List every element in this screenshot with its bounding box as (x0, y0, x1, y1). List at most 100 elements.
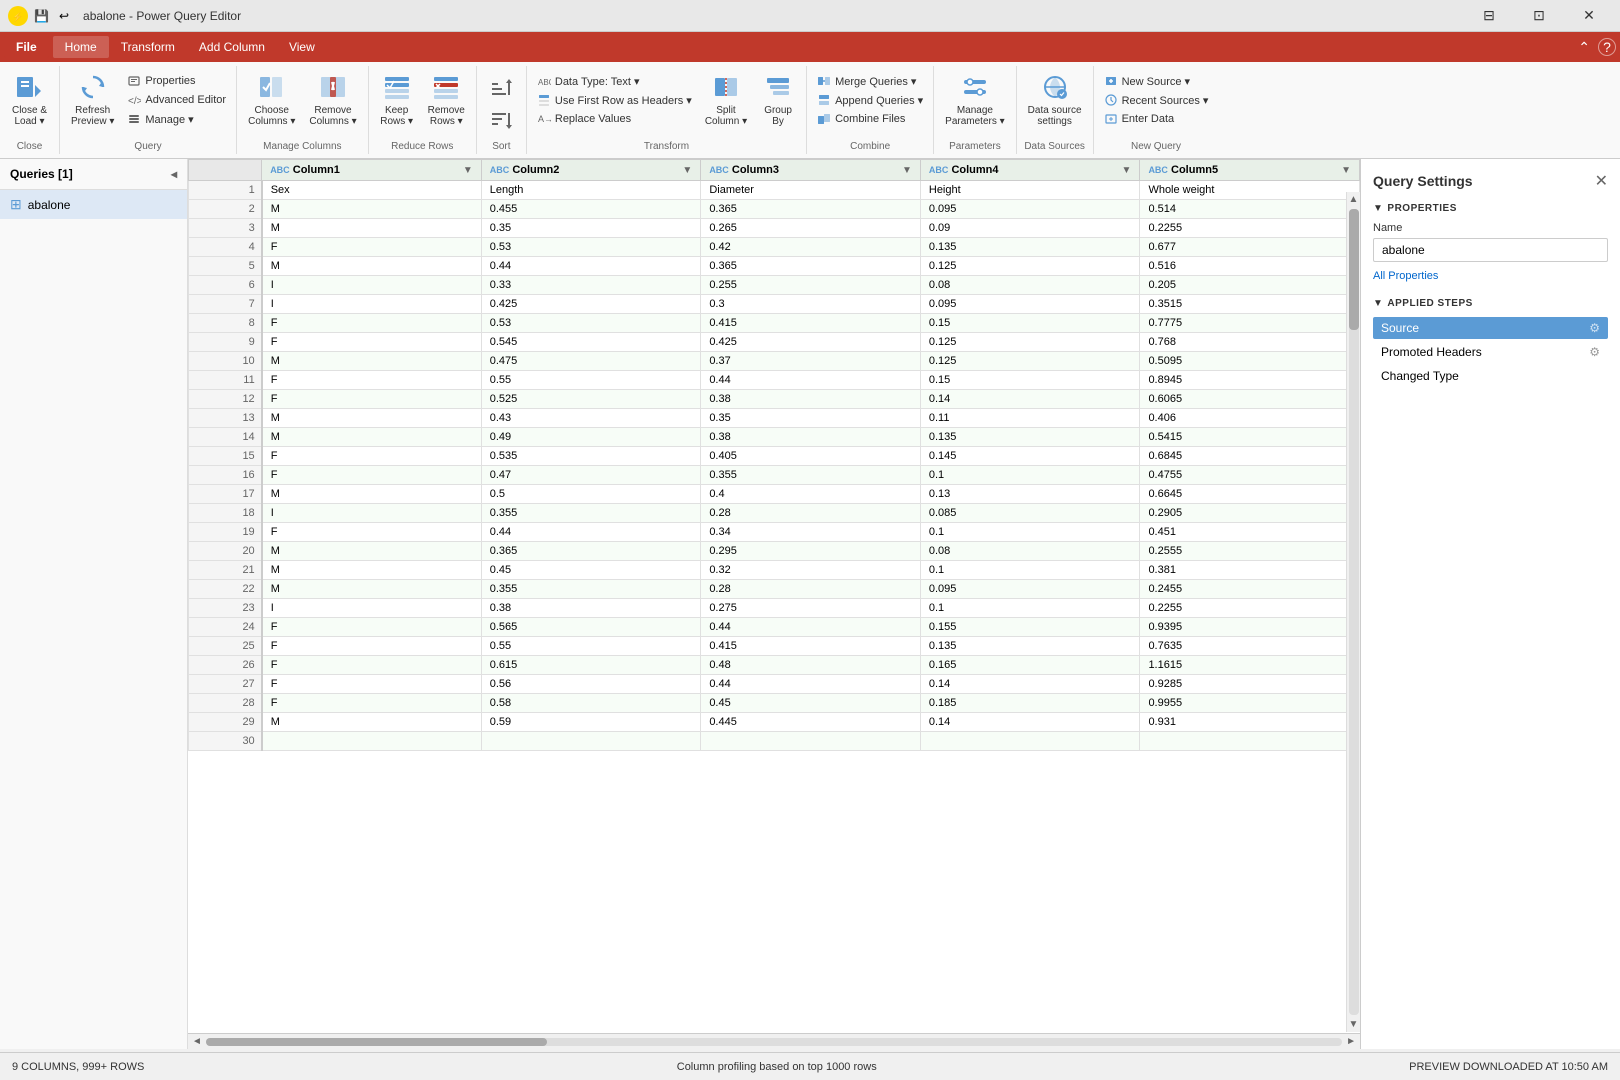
choose-columns-button[interactable]: ChooseColumns ▾ (243, 68, 300, 130)
manage-parameters-button[interactable]: ManageParameters ▾ (940, 68, 1009, 130)
menu-home[interactable]: Home (53, 36, 109, 58)
step-promoted-headers-gear-icon[interactable]: ⚙ (1589, 345, 1600, 359)
sort-asc-button[interactable] (483, 72, 519, 102)
advanced-editor-button[interactable]: </> Advanced Editor (123, 91, 230, 109)
new-source-button[interactable]: New Source ▾ (1100, 72, 1213, 90)
applied-steps-collapse-icon[interactable]: ▼ (1373, 298, 1383, 309)
new-source-icon (1104, 74, 1118, 88)
col1-filter-icon[interactable]: ▼ (463, 165, 473, 176)
keep-rows-button[interactable]: KeepRows ▾ (375, 68, 419, 130)
col-header-4[interactable]: ABC Column4 ▼ (920, 160, 1140, 181)
table-cell: 0.59 (481, 713, 701, 732)
table-cell (481, 732, 701, 751)
table-cell: 0.55 (481, 371, 701, 390)
help-btn[interactable]: ? (1598, 38, 1616, 56)
enter-data-button[interactable]: Enter Data (1100, 110, 1213, 128)
quick-access-save[interactable]: 💾 (34, 9, 49, 23)
replace-values-button[interactable]: A→B Replace Values (533, 110, 696, 128)
step-source[interactable]: Source ⚙ (1373, 317, 1608, 339)
table-cell: 0.135 (920, 637, 1140, 656)
vertical-scrollbar[interactable]: ▲ ▼ (1346, 192, 1360, 1032)
append-queries-button[interactable]: Append Queries ▾ (813, 91, 927, 109)
data-source-settings-button[interactable]: Data sourcesettings (1023, 68, 1087, 130)
append-icon (817, 93, 831, 107)
query-settings-close-btn[interactable]: ✕ (1595, 171, 1608, 191)
col-header-1[interactable]: ABC Column1 ▼ (262, 160, 482, 181)
menu-transform[interactable]: Transform (109, 36, 187, 58)
col-header-5[interactable]: ABC Column5 ▼ (1140, 160, 1360, 181)
table-row: 1 Sex Length Diameter Height Whole weigh… (189, 181, 1360, 200)
menu-file[interactable]: File (4, 36, 49, 58)
status-columns-rows: 9 COLUMNS, 999+ ROWS (12, 1061, 144, 1073)
data-type-button[interactable]: ABC Data Type: Text ▾ (533, 72, 696, 90)
close-btn[interactable]: ✕ (1566, 0, 1612, 32)
col2-filter-icon[interactable]: ▼ (682, 165, 692, 176)
data-grid[interactable]: ABC Column1 ▼ ABC Column2 (188, 159, 1360, 1033)
group-by-button[interactable]: GroupBy (756, 68, 800, 130)
table-cell: 0.425 (481, 295, 701, 314)
recent-sources-button[interactable]: Recent Sources ▾ (1100, 91, 1213, 109)
properties-collapse-icon[interactable]: ▼ (1373, 203, 1383, 214)
all-properties-link[interactable]: All Properties (1373, 270, 1608, 282)
refresh-preview-button[interactable]: RefreshPreview ▾ (66, 68, 119, 130)
col-header-3[interactable]: ABC Column3 ▼ (701, 160, 921, 181)
ribbon-group-transform: ABC Data Type: Text ▾ Use First Row as H… (527, 66, 807, 154)
properties-button[interactable]: Properties (123, 72, 230, 90)
v-scroll-track[interactable] (1349, 209, 1359, 1015)
scroll-track[interactable] (206, 1038, 1342, 1046)
combine-files-button[interactable]: Combine Files (813, 110, 927, 128)
remove-columns-button[interactable]: RemoveColumns ▾ (304, 68, 361, 130)
step-source-gear-icon[interactable]: ⚙ (1589, 321, 1600, 335)
split-column-button[interactable]: SplitColumn ▾ (700, 68, 752, 130)
table-cell: 0.525 (481, 390, 701, 409)
table-cell: 0.768 (1140, 333, 1360, 352)
new-query-small-buttons: New Source ▾ Recent Sources ▾ Enter Data (1100, 72, 1213, 128)
row-number: 14 (189, 428, 262, 447)
scroll-down-btn[interactable]: ▼ (1349, 1019, 1359, 1030)
use-first-row-button[interactable]: Use First Row as Headers ▾ (533, 91, 696, 109)
horizontal-scrollbar[interactable]: ◄ ► (188, 1033, 1360, 1049)
menu-view[interactable]: View (277, 36, 327, 58)
ribbon-collapse-btn[interactable]: ⌃ (1578, 39, 1590, 56)
col1-name: Column1 (293, 164, 340, 176)
table-cell: 0.5415 (1140, 428, 1360, 447)
sort-desc-button[interactable] (483, 106, 519, 136)
table-cell: 0.455 (481, 200, 701, 219)
sidebar-item-abalone[interactable]: ⊞ abalone (0, 190, 187, 219)
combine-files-icon (817, 112, 831, 126)
sidebar-collapse-btn[interactable]: ◂ (171, 167, 177, 181)
menu-add-column[interactable]: Add Column (187, 36, 277, 58)
table-cell: 0.265 (701, 219, 921, 238)
scroll-up-btn[interactable]: ▲ (1349, 194, 1359, 205)
scroll-right-btn[interactable]: ► (1346, 1036, 1356, 1047)
quick-access-undo[interactable]: ↩ (59, 9, 69, 23)
scroll-thumb[interactable] (206, 1038, 547, 1046)
manage-button[interactable]: Manage ▾ (123, 110, 230, 128)
col5-name: Column5 (1171, 164, 1218, 176)
col5-filter-icon[interactable]: ▼ (1341, 165, 1351, 176)
col3-filter-icon[interactable]: ▼ (902, 165, 912, 176)
table-row: 22M0.3550.280.0950.2455 (189, 580, 1360, 599)
restore-btn[interactable]: ⊟ (1466, 0, 1512, 32)
step-promoted-headers[interactable]: Promoted Headers ⚙ (1373, 341, 1608, 363)
col-header-2[interactable]: ABC Column2 ▼ (481, 160, 701, 181)
query-name-input[interactable] (1373, 238, 1608, 262)
table-cell: 0.9395 (1140, 618, 1360, 637)
step-changed-type[interactable]: Changed Type (1373, 365, 1608, 387)
scroll-left-btn[interactable]: ◄ (192, 1036, 202, 1047)
col4-filter-icon[interactable]: ▼ (1122, 165, 1132, 176)
enter-data-label: Enter Data (1122, 113, 1175, 125)
merge-queries-button[interactable]: Merge Queries ▾ (813, 72, 927, 90)
ribbon-group-manage-columns: ChooseColumns ▾ RemoveColumns ▾ Manage C… (237, 66, 369, 154)
append-queries-label: Append Queries ▾ (835, 94, 923, 107)
table-cell: 0.2255 (1140, 599, 1360, 618)
table-icon: ⊞ (10, 196, 22, 213)
maximize-btn[interactable]: ⊡ (1516, 0, 1562, 32)
remove-rows-button[interactable]: RemoveRows ▾ (423, 68, 470, 130)
table-cell: 0.145 (920, 447, 1140, 466)
close-load-button[interactable]: Close &Load ▾ (7, 68, 52, 130)
table-cell: 0.165 (920, 656, 1140, 675)
status-profiling: Column profiling based on top 1000 rows (677, 1061, 877, 1073)
v-scroll-thumb[interactable] (1349, 209, 1359, 330)
query-group-label: Query (134, 139, 161, 152)
